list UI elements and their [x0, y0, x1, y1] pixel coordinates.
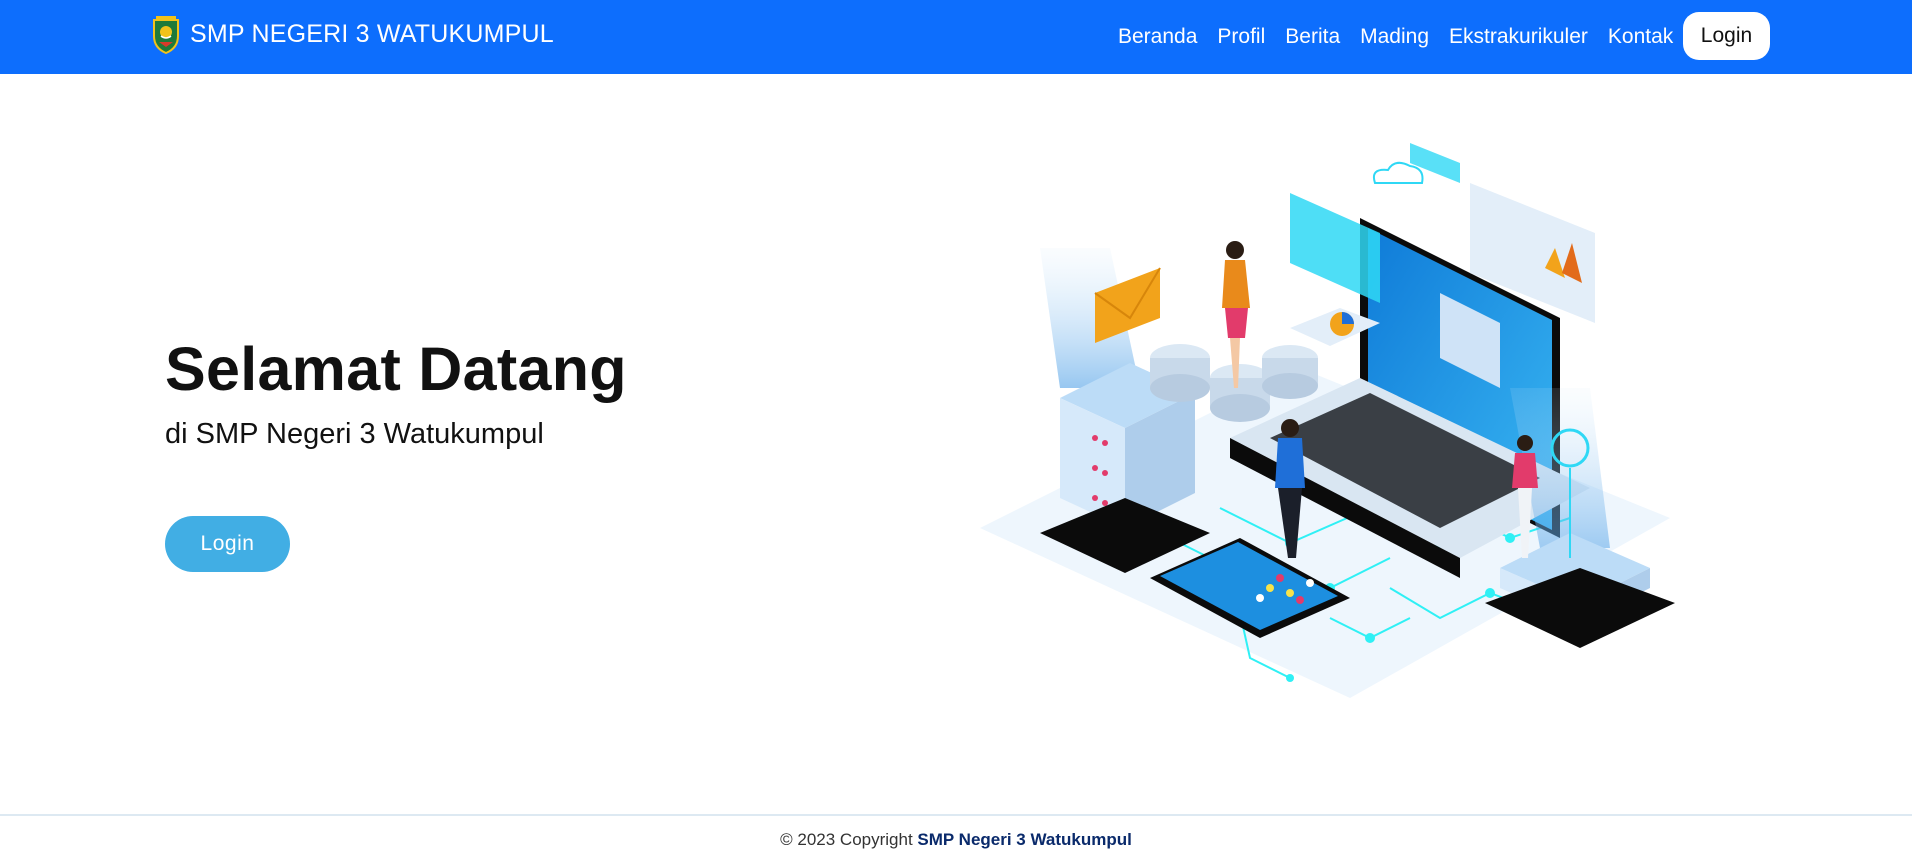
nav-link-beranda[interactable]: Beranda: [1118, 25, 1197, 49]
school-logo-icon: [153, 16, 179, 54]
nav-link-mading[interactable]: Mading: [1360, 25, 1429, 49]
brand-link[interactable]: SMP NEGERI 3 WATUKUMPUL: [150, 14, 554, 54]
nav-link-berita[interactable]: Berita: [1285, 25, 1340, 49]
hero-title: Selamat Datang: [165, 335, 627, 403]
brand-name: SMP NEGERI 3 WATUKUMPUL: [190, 19, 554, 48]
footer-school-name: SMP Negeri 3 Watukumpul: [917, 830, 1132, 849]
nav-menu: Beranda Profil Berita Mading Ekstrakurik…: [1118, 0, 1673, 74]
nav-link-kontak[interactable]: Kontak: [1608, 25, 1673, 49]
footer-copyright: © 2023 Copyright: [780, 830, 913, 849]
footer-divider: [0, 814, 1912, 816]
nav-login-button[interactable]: Login: [1683, 12, 1770, 60]
nav-link-profil[interactable]: Profil: [1217, 25, 1265, 49]
hero-illustration: [980, 143, 1675, 698]
hero-login-button[interactable]: Login: [165, 516, 290, 572]
hero-subtitle: di SMP Negeri 3 Watukumpul: [165, 418, 544, 450]
nav-link-ekstrakurikuler[interactable]: Ekstrakurikuler: [1449, 25, 1588, 49]
navbar: SMP NEGERI 3 WATUKUMPUL Beranda Profil B…: [0, 0, 1912, 74]
footer: © 2023 Copyright SMP Negeri 3 Watukumpul: [0, 830, 1912, 850]
